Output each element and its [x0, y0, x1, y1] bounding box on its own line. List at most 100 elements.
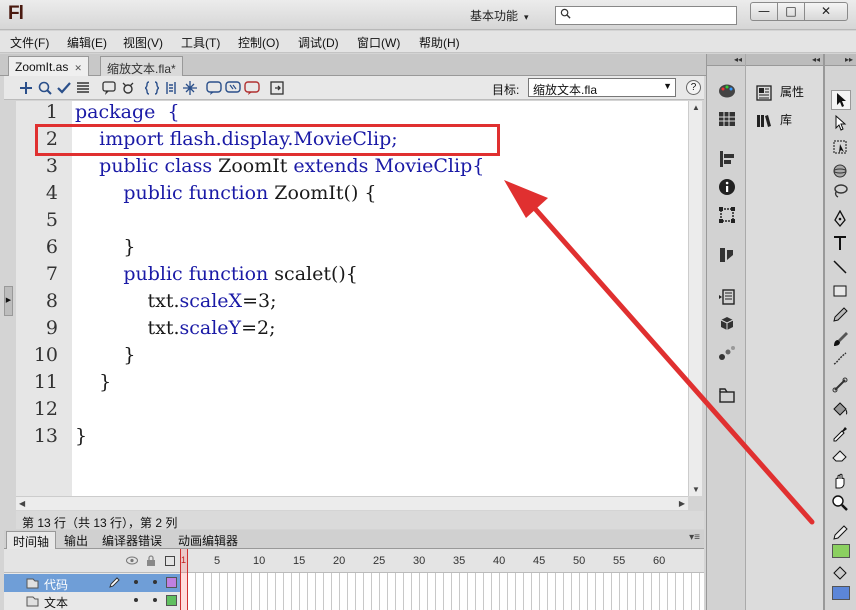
- text-tool[interactable]: [831, 234, 851, 254]
- layer-row-code[interactable]: 代码: [4, 574, 180, 592]
- block-comment-icon[interactable]: [206, 80, 222, 96]
- lasso-tool[interactable]: [831, 182, 851, 202]
- paint-bucket-tool[interactable]: [831, 400, 851, 420]
- bone-tool[interactable]: [831, 376, 851, 396]
- stroke-color-tool[interactable]: [831, 524, 851, 544]
- layer-name: 文本: [44, 596, 69, 610]
- visibility-dot[interactable]: [134, 598, 138, 602]
- lock-icon[interactable]: [146, 555, 156, 566]
- free-transform-icon: [833, 140, 847, 154]
- maximize-button[interactable]: □: [777, 2, 805, 21]
- layer-row-text[interactable]: 文本: [4, 592, 180, 610]
- help-icon[interactable]: ?: [686, 80, 701, 95]
- panel-menu-icon[interactable]: ▾≡: [689, 532, 700, 543]
- collapse-panels-bar[interactable]: ◂◂: [707, 54, 745, 66]
- minimize-button[interactable]: —: [750, 2, 778, 21]
- code-hint-icon[interactable]: [101, 80, 117, 96]
- timeline-panel-tabs: 时间轴 输出 编译器错误 动画编辑器 ▾≡: [4, 530, 704, 549]
- line-tool[interactable]: [831, 258, 851, 278]
- vertical-scrollbar[interactable]: ▲ ▼: [688, 101, 702, 496]
- layer-outline-color[interactable]: [166, 577, 177, 588]
- toggle-toolbox-icon[interactable]: [269, 80, 285, 96]
- close-button[interactable]: ✕: [804, 2, 848, 21]
- tab-compiler-errors[interactable]: 编译器错误: [96, 531, 168, 549]
- debug-options-icon[interactable]: [120, 80, 136, 96]
- check-syntax-icon[interactable]: [56, 80, 72, 96]
- tab-zoomit-as[interactable]: ZoomIt.as ✕: [8, 56, 89, 76]
- pencil-tool[interactable]: [831, 306, 851, 326]
- menu-file[interactable]: 文件(F): [10, 34, 49, 51]
- zoom-tool[interactable]: [831, 494, 851, 514]
- lock-dot[interactable]: [153, 580, 157, 584]
- scroll-down-icon[interactable]: ▼: [692, 485, 700, 494]
- eraser-icon: [832, 450, 847, 462]
- close-icon[interactable]: ✕: [74, 63, 82, 73]
- motion-presets-icon[interactable]: [718, 344, 736, 362]
- color-palette-icon[interactable]: [718, 82, 736, 100]
- remove-comment-icon[interactable]: [244, 80, 260, 96]
- library-panel-button[interactable]: 库: [756, 111, 792, 129]
- workspace-switcher[interactable]: 基本功能 ▾: [470, 7, 529, 24]
- outline-icon[interactable]: [165, 556, 175, 566]
- 3d-rotation-tool[interactable]: [831, 162, 851, 182]
- selection-tool[interactable]: [831, 90, 851, 110]
- chevron-down-icon: ▾: [524, 12, 529, 22]
- horizontal-scrollbar[interactable]: ◀ ▶: [16, 496, 688, 510]
- panel-collapse-handle[interactable]: ▶: [4, 286, 13, 316]
- menu-edit[interactable]: 编辑(E): [67, 34, 107, 51]
- collapse-panels-bar[interactable]: ◂◂: [746, 54, 823, 66]
- properties-panel-button[interactable]: 属性: [756, 83, 804, 101]
- transform-icon[interactable]: [718, 206, 736, 224]
- project-icon[interactable]: [718, 386, 736, 404]
- code-snippets-icon[interactable]: [718, 246, 736, 264]
- tab-output[interactable]: 输出: [58, 531, 94, 549]
- find-icon[interactable]: [37, 80, 53, 96]
- actions-panel-icon[interactable]: [718, 288, 736, 306]
- lock-dot[interactable]: [153, 598, 157, 602]
- menu-tools[interactable]: 工具(T): [181, 34, 220, 51]
- eye-icon[interactable]: [126, 556, 138, 565]
- expand-all-icon[interactable]: [182, 80, 198, 96]
- target-dropdown[interactable]: 缩放文本.fla ▼: [528, 78, 676, 97]
- visibility-dot[interactable]: [134, 580, 138, 584]
- code-editor[interactable]: 1 2 3 4 5 6 7 8 9 10 11 12 13 package { …: [16, 101, 688, 496]
- pen-tool[interactable]: [831, 209, 851, 230]
- tab-timeline[interactable]: 时间轴: [6, 531, 57, 549]
- fill-color-swatch[interactable]: [832, 586, 850, 600]
- hand-tool[interactable]: [831, 472, 851, 492]
- menu-view[interactable]: 视图(V): [123, 34, 163, 51]
- scroll-left-icon[interactable]: ◀: [19, 499, 25, 508]
- deco-tool[interactable]: [831, 350, 851, 370]
- align-icon[interactable]: [718, 150, 736, 168]
- frames-grid[interactable]: [180, 573, 704, 610]
- menu-control[interactable]: 控制(O): [238, 34, 279, 51]
- line-comment-icon[interactable]: [225, 80, 241, 96]
- menu-window[interactable]: 窗口(W): [357, 34, 400, 51]
- brush-tool[interactable]: [831, 330, 851, 350]
- scroll-right-icon[interactable]: ▶: [679, 499, 685, 508]
- collapse-selection-icon[interactable]: [163, 80, 179, 96]
- code-token: txt.: [75, 317, 180, 339]
- eyedropper-tool[interactable]: [831, 424, 851, 444]
- collapse-panels-bar[interactable]: ▸▸: [825, 54, 856, 66]
- menu-debug[interactable]: 调试(D): [298, 34, 339, 51]
- free-transform-tool[interactable]: [831, 138, 851, 158]
- scroll-up-icon[interactable]: ▲: [692, 103, 700, 112]
- properties-label: 属性: [780, 85, 805, 99]
- swatches-icon[interactable]: [718, 110, 736, 128]
- fill-color-tool[interactable]: [831, 564, 851, 584]
- collapse-braces-icon[interactable]: [144, 80, 160, 96]
- components-icon[interactable]: [718, 316, 736, 334]
- subselection-tool[interactable]: [831, 114, 851, 134]
- rectangle-tool[interactable]: [831, 282, 851, 302]
- info-icon[interactable]: [718, 178, 736, 196]
- stroke-color-swatch[interactable]: [832, 544, 850, 558]
- tab-motion-editor[interactable]: 动画编辑器: [172, 531, 244, 549]
- menu-help[interactable]: 帮助(H): [419, 34, 460, 51]
- add-item-icon[interactable]: [18, 80, 34, 96]
- tab-fla-document[interactable]: 缩放文本.fla*: [100, 56, 183, 76]
- help-search-input[interactable]: [555, 6, 737, 25]
- auto-format-icon[interactable]: [75, 80, 91, 96]
- layer-outline-color[interactable]: [166, 595, 177, 606]
- eraser-tool[interactable]: [831, 446, 851, 466]
